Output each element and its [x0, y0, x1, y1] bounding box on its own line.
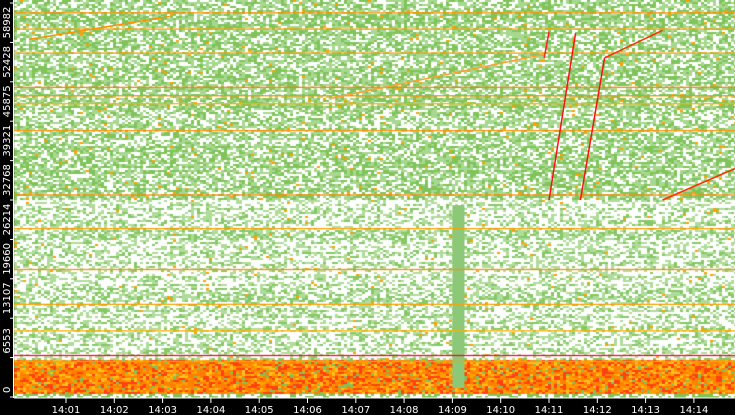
x-tick-label: 14:05: [245, 405, 274, 415]
port-activity-heatmap: 14:01 14:02 14:03 14:04 14:05 14:06 14:07 14:08…: [0, 0, 735, 415]
x-tick-label: 14:03: [148, 405, 177, 415]
x-tick-label: 14:10: [486, 405, 515, 415]
y-tick-label: 45875: [2, 85, 13, 117]
x-axis: 14:01 14:02 14:03 14:04 14:05 14:06 14:07 14:08…: [14, 397, 735, 415]
y-tick-label: 19660: [2, 243, 13, 275]
chart-marks: [14, 12, 735, 388]
x-tick-label: 14:08: [390, 405, 419, 415]
y-tick-label: 6553: [2, 328, 13, 353]
port-scan-line: [29, 15, 170, 41]
x-tick-label: 14:07: [341, 405, 370, 415]
y-tick-label: 13107: [2, 282, 13, 314]
x-tick-label: 14:02: [100, 405, 129, 415]
x-tick-label: 14:09: [438, 405, 467, 415]
x-tick-label: 14:11: [535, 405, 564, 415]
port-scan-line: [331, 53, 545, 99]
vertical-activity-band: [452, 205, 465, 388]
x-tick-label: 14:13: [631, 405, 660, 415]
port-scan-line: [548, 33, 577, 201]
port-scan-line: [579, 57, 606, 201]
x-tick-label: 14:12: [583, 405, 612, 415]
x-tick-label: 14:06: [293, 405, 322, 415]
y-tick-label: 52428: [2, 46, 13, 78]
y-tick-label: 26214: [2, 204, 13, 236]
port-scan-line: [543, 31, 550, 59]
y-axis: 0 6553 13107 19660 26214 32768 39321 45875 52428…: [2, 0, 14, 398]
y-tick-label: 0: [2, 387, 13, 393]
x-tick-label: 14:14: [679, 405, 708, 415]
y-tick-label: 32768: [2, 164, 13, 196]
y-tick-label: 39321: [2, 125, 13, 157]
x-tick-label: 14:04: [196, 405, 225, 415]
chart-overlay: 14:01 14:02 14:03 14:04 14:05 14:06 14:07 14:08…: [2, 0, 735, 415]
y-tick-label: 58982: [2, 7, 13, 39]
x-tick-label: 14:01: [52, 405, 81, 415]
